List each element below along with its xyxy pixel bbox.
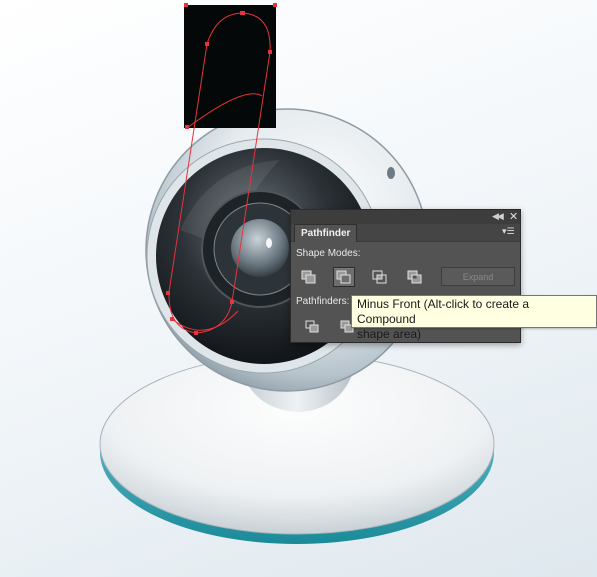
lens-eye <box>231 219 289 277</box>
intersect-icon <box>372 270 387 284</box>
minus-front-button[interactable] <box>333 267 355 287</box>
divide-button[interactable] <box>303 318 323 336</box>
black-rectangle-shape[interactable] <box>184 5 276 128</box>
collapse-double-arrow-icon[interactable]: ◀◀ <box>492 211 504 223</box>
panel-tab-bar: Pathfinder ▾☰ <box>291 224 520 242</box>
shape-modes-label: Shape Modes: <box>296 248 361 259</box>
close-icon[interactable]: ✕ <box>509 210 518 223</box>
divide-icon <box>305 320 319 333</box>
tooltip-line-2: shape area) <box>357 327 422 341</box>
panel-menu-icon[interactable]: ▾☰ <box>502 227 515 237</box>
exclude-button[interactable] <box>404 267 426 287</box>
minus-front-icon <box>336 270 351 284</box>
tooltip-line-1: Minus Front (Alt-click to create a Compo… <box>357 297 530 326</box>
exclude-icon <box>407 270 422 284</box>
intersect-button[interactable] <box>369 267 391 287</box>
panel-title-bar[interactable]: ◀◀ ✕ <box>291 210 520 225</box>
unite-icon <box>301 270 316 284</box>
tab-pathfinder[interactable]: Pathfinder <box>294 224 358 242</box>
sphere-dot <box>387 167 395 179</box>
pathfinders-label: Pathfinders: <box>296 296 350 307</box>
expand-button[interactable]: Expand <box>441 267 515 286</box>
unite-button[interactable] <box>298 267 320 287</box>
minus-front-tooltip: Minus Front (Alt-click to create a Compo… <box>351 295 597 341</box>
